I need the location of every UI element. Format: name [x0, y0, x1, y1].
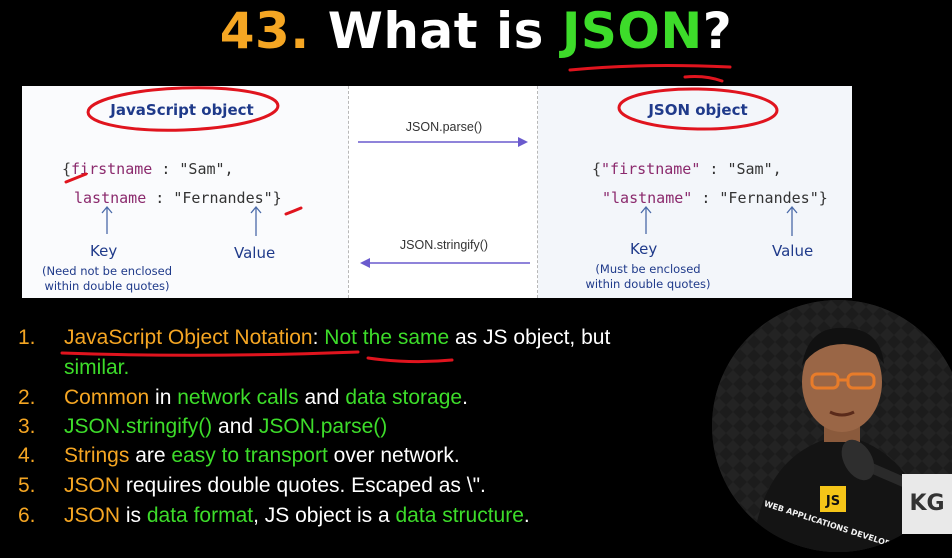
channel-logo: KG [902, 474, 952, 534]
svg-text:JS: JS [825, 494, 840, 509]
